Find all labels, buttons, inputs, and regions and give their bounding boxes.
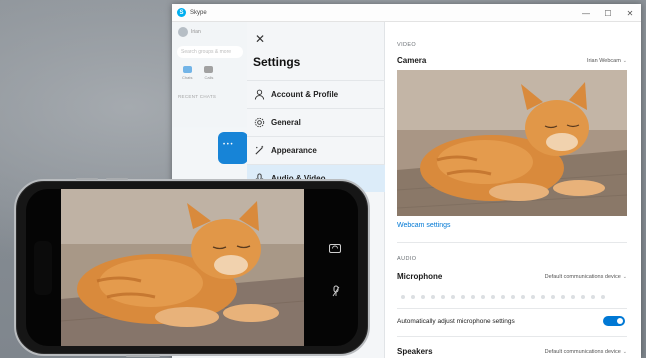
phone-video-feed: [61, 189, 304, 346]
audio-section-header: AUDIO: [397, 256, 417, 262]
microphone-icon[interactable]: [331, 285, 341, 299]
speakers-select-value: Default communications device: [544, 349, 621, 355]
tab-calls-label: Calls: [204, 75, 214, 80]
camera-select[interactable]: Irian Webcam ⌄: [587, 58, 627, 64]
nav-item-appearance[interactable]: Appearance: [247, 136, 385, 164]
nav-item-label: Appearance: [271, 146, 317, 155]
microphone-level-meter: [401, 295, 605, 299]
auto-adjust-label: Automatically adjust microphone settings: [397, 318, 515, 325]
window-close-button[interactable]: ✕: [619, 4, 641, 22]
nav-item-label: General: [271, 118, 301, 127]
chat-bubble-icon: [218, 132, 248, 164]
tab-chats-label: Chats: [182, 75, 193, 80]
user-name: Irian: [191, 29, 201, 35]
search-input[interactable]: Search groups & more: [177, 46, 243, 58]
phone-button: [106, 178, 128, 180]
settings-title: Settings: [253, 55, 301, 69]
divider: [397, 308, 627, 309]
wand-icon: [253, 145, 265, 157]
phone-button: [76, 178, 98, 180]
person-icon: [253, 89, 265, 101]
microphone-label: Microphone: [397, 272, 443, 281]
tab-chats[interactable]: Chats: [182, 66, 192, 80]
nav-item-label: Account & Profile: [271, 90, 339, 99]
tab-calls[interactable]: Calls: [204, 66, 214, 80]
chevron-down-icon: ⌄: [622, 274, 627, 280]
maximize-button[interactable]: ☐: [597, 4, 619, 22]
phone-notch: [34, 241, 52, 295]
divider: [397, 242, 627, 243]
settings-content: VIDEO Camera Irian Webcam ⌄ Webcam setti…: [385, 22, 641, 358]
webcam-settings-link[interactable]: Webcam settings: [397, 222, 451, 229]
avatar[interactable]: [178, 27, 188, 37]
nav-item-account-profile[interactable]: Account & Profile: [247, 80, 385, 108]
settings-close-button[interactable]: ✕: [253, 32, 267, 46]
chat-icon: [182, 66, 192, 73]
divider: [397, 336, 627, 337]
minimize-button[interactable]: —: [575, 4, 597, 22]
gear-icon: [253, 117, 265, 129]
skype-logo-icon: S: [177, 8, 186, 17]
camera-label: Camera: [397, 56, 427, 65]
video-section-header: VIDEO: [397, 42, 417, 48]
nav-item-general[interactable]: General: [247, 108, 385, 136]
phone-button: [126, 355, 160, 357]
speakers-label: Speakers: [397, 347, 433, 356]
camera-select-value: Irian Webcam: [586, 58, 621, 64]
microphone-select[interactable]: Default communications device ⌄: [545, 274, 627, 280]
speakers-select[interactable]: Default communications device ⌄: [545, 349, 627, 355]
window-titlebar: S Skype — ☐ ✕: [172, 4, 641, 22]
phone-icon: [204, 66, 214, 73]
phone-device: [14, 178, 370, 357]
window-title: Skype: [190, 9, 207, 16]
chevron-down-icon: ⌄: [622, 349, 627, 355]
auto-adjust-toggle[interactable]: [603, 316, 625, 326]
phone-screen: [26, 189, 358, 346]
camera-preview: [397, 70, 627, 216]
recent-chats-header: RECENT CHATS: [178, 94, 217, 99]
microphone-select-value: Default communications device: [544, 274, 621, 280]
switch-camera-icon[interactable]: [329, 243, 341, 255]
chevron-down-icon: ⌄: [622, 58, 627, 64]
cat-image: [61, 189, 304, 346]
cat-image: [397, 70, 627, 216]
